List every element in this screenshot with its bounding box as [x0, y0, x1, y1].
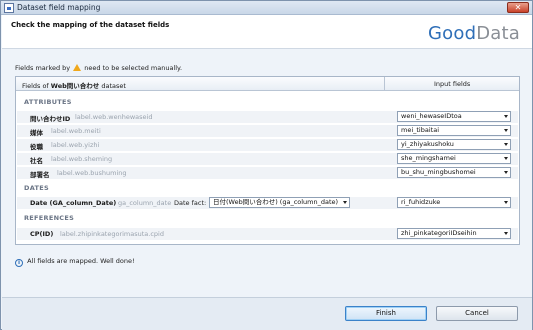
table-row: 役職 label.web.yizhi yi_zhiyakushoku — [17, 139, 518, 151]
section-dates: DATES — [24, 184, 49, 192]
dialog-header: Check the mapping of the dataset fields … — [2, 15, 532, 49]
gooddata-logo: GoodData — [428, 23, 520, 44]
select-value: yi_zhiyakushoku — [401, 140, 454, 148]
column-header-fields: Fields of Web問い合わせ dataset — [22, 80, 126, 90]
table-row: CP(ID) label.zhipinkategorimasuta.cpid z… — [17, 228, 518, 240]
logo-data: Data — [476, 23, 520, 44]
section-references: REFERENCES — [24, 214, 75, 222]
close-button[interactable]: ✕ — [507, 2, 529, 13]
input-field-select[interactable]: weni_hewaseIDtoa — [397, 111, 511, 122]
field-identifier: label.web.wenhewaseid — [75, 113, 153, 121]
field-name: 問い合わせID — [30, 115, 71, 123]
field-identifier: label.web.bushuming — [57, 169, 127, 177]
table-row: 媒体 label.web.meiti mei_tibaitai — [17, 125, 518, 137]
chevron-down-icon — [504, 115, 508, 118]
col1-prefix: Fields of — [22, 82, 51, 90]
field-identifier: label.zhipinkategorimasuta.cpid — [60, 230, 164, 238]
dataset-name: Web問い合わせ — [50, 82, 100, 90]
mapping-table: Fields of Web問い合わせ dataset Input fields … — [15, 76, 520, 245]
notice-text-after: need to be selected manually. — [84, 64, 183, 72]
mapping-status: i All fields are mapped. Well done! — [15, 257, 135, 267]
chevron-down-icon — [504, 143, 508, 146]
logo-good: Good — [428, 23, 477, 44]
notice-text-before: Fields marked by — [15, 64, 71, 72]
col1-suffix: dataset — [99, 82, 126, 90]
input-field-select[interactable]: ri_fuhidzuke — [397, 197, 511, 208]
field-name: 部署名 — [30, 171, 50, 179]
dialog-footer: Finish Cancel — [2, 297, 532, 330]
select-value: weni_hewaseIDtoa — [401, 112, 462, 120]
field-name: 社名 — [30, 157, 43, 165]
status-text: All fields are mapped. Well done! — [27, 257, 135, 265]
field-name: CP(ID) — [30, 230, 54, 238]
section-attributes: ATTRIBUTES — [24, 98, 72, 106]
table-header: Fields of Web問い合わせ dataset Input fields — [16, 77, 519, 91]
input-field-select[interactable]: mei_tibaitai — [397, 125, 511, 136]
finish-button[interactable]: Finish — [345, 306, 427, 321]
column-header-input-fields: Input fields — [434, 80, 471, 88]
date-fact-select[interactable]: 日付(Web問い合わせ) (ga_column_date) — [209, 197, 350, 208]
input-field-select[interactable]: yi_zhiyakushoku — [397, 139, 511, 150]
header-title: Check the mapping of the dataset fields — [11, 21, 170, 29]
dialog-window: Dataset field mapping ✕ Check the mappin… — [0, 0, 533, 330]
field-name: Date (GA_column_Date) — [30, 199, 117, 207]
chevron-down-icon — [504, 171, 508, 174]
input-field-select[interactable]: she_mingshamei — [397, 153, 511, 164]
warning-icon — [73, 64, 82, 71]
select-value: she_mingshamei — [401, 154, 456, 162]
field-name: 役職 — [30, 143, 43, 151]
select-value: bu_shu_mingbushomei — [401, 168, 476, 176]
chevron-down-icon — [504, 232, 508, 235]
info-icon: i — [15, 259, 23, 267]
field-identifier: ga_column_date — [118, 199, 172, 207]
chevron-down-icon — [343, 201, 347, 204]
select-value: zhi_pinkategoriIDseihin — [401, 229, 477, 237]
column-divider[interactable] — [384, 77, 385, 91]
field-identifier: label.web.sheming — [51, 155, 113, 163]
select-value: mei_tibaitai — [401, 126, 439, 134]
field-identifier: label.web.meiti — [51, 127, 101, 135]
window-title: Dataset field mapping — [17, 3, 101, 12]
table-row: 問い合わせID label.web.wenhewaseid weni_hewas… — [17, 111, 518, 123]
cancel-button[interactable]: Cancel — [436, 306, 518, 321]
title-bar[interactable]: Dataset field mapping ✕ — [1, 1, 532, 15]
table-row: Date (GA_column_Date) ga_column_date Dat… — [17, 197, 518, 209]
input-field-select[interactable]: bu_shu_mingbushomei — [397, 167, 511, 178]
select-value: ri_fuhidzuke — [401, 198, 441, 206]
input-field-select[interactable]: zhi_pinkategoriIDseihin — [397, 228, 511, 239]
manual-selection-notice: Fields marked by need to be selected man… — [15, 64, 182, 72]
app-icon — [4, 3, 14, 13]
select-value: 日付(Web問い合わせ) (ga_column_date) — [213, 198, 339, 206]
chevron-down-icon — [504, 129, 508, 132]
chevron-down-icon — [504, 201, 508, 204]
field-name: 媒体 — [30, 129, 43, 137]
chevron-down-icon — [504, 157, 508, 160]
date-fact-label: Date fact: — [174, 199, 207, 207]
table-row: 部署名 label.web.bushuming bu_shu_mingbusho… — [17, 167, 518, 179]
field-identifier: label.web.yizhi — [51, 141, 100, 149]
table-row: 社名 label.web.sheming she_mingshamei — [17, 153, 518, 165]
